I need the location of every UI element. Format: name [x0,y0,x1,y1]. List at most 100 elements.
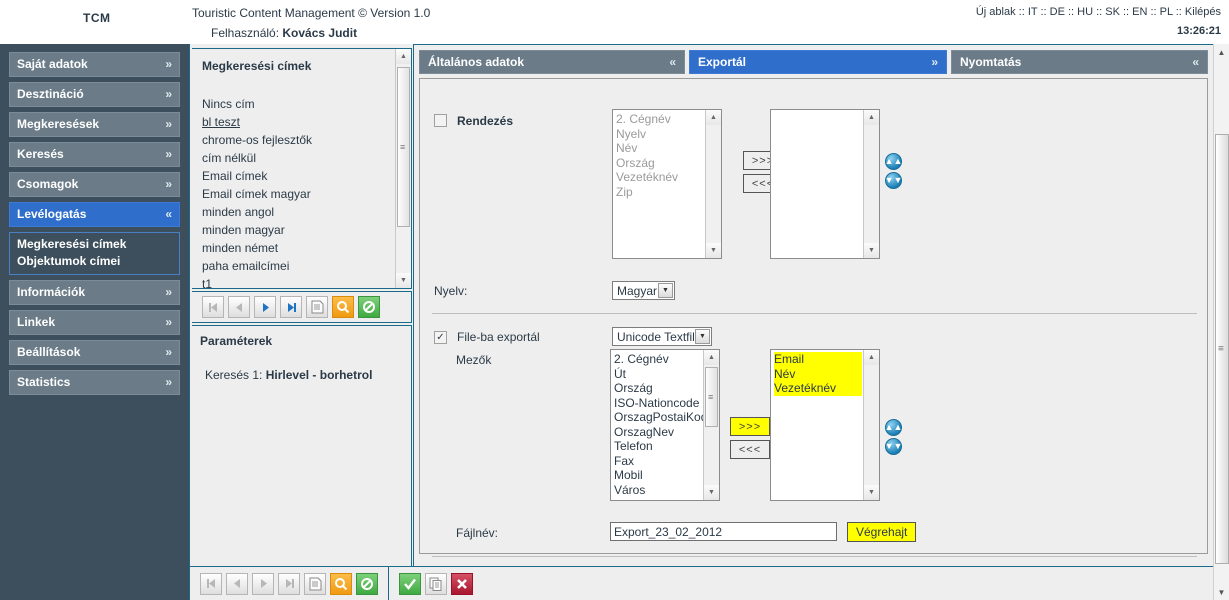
sidebar-item-levalogatas[interactable]: Levélogatás « [9,202,180,227]
language-select[interactable]: Magyar ▼ [612,281,675,300]
fields-available-listbox[interactable]: 2. Cégnév Út Ország ISO-Nationcode Orsza… [610,349,720,501]
sidebar-item-informaciok[interactable]: Információk » [9,280,180,305]
first-page-icon[interactable] [200,572,222,595]
scroll-up-icon[interactable]: ▲ [704,350,719,365]
sidebar-item-beallitasok[interactable]: Beállítások » [9,340,180,365]
tab-altalanos-adatok[interactable]: Általános adatok « [419,50,685,74]
list-item[interactable]: minden német [202,239,387,257]
next-page-icon[interactable] [252,572,274,595]
first-page-icon[interactable] [202,296,224,318]
sidebar-item-csomagok[interactable]: Csomagok » [9,172,180,197]
scroll-up-icon[interactable]: ▲ [396,49,411,64]
list-option[interactable]: Út [614,367,702,382]
refresh-icon[interactable] [358,296,380,318]
list-item[interactable]: minden magyar [202,221,387,239]
sort-available-listbox[interactable]: 2. Cégnév Nyelv Név Ország Vezetéknév Zi… [612,109,722,259]
list-option[interactable]: Ország [616,156,704,171]
previous-page-icon[interactable] [226,572,248,595]
list-item[interactable]: t1 [202,275,387,288]
sidebar-item-megkeresesek[interactable]: Megkeresések » [9,112,180,137]
rendezes-checkbox[interactable] [434,114,447,127]
list-item[interactable]: bl teszt [202,113,387,131]
list-option[interactable]: Város [614,483,702,498]
sidebar-item-linkek[interactable]: Linkek » [9,310,180,335]
sidebar-subitem-megkeresesi-cimek[interactable]: Megkeresési címek [17,236,172,253]
list-item[interactable]: cím nélkül [202,149,387,167]
copy-icon[interactable] [425,572,447,595]
list-option[interactable]: Ország [614,381,702,396]
sidebar-subitem-objektumok-cimei[interactable]: Objektumok címei [17,253,172,270]
scrollbar-thumb[interactable] [397,67,410,227]
fields-selected-scrollbar[interactable]: ▲ ▼ [863,350,879,500]
list-option[interactable]: 2. Cégnév [614,352,702,367]
list-option[interactable]: Fax [614,454,702,469]
list-option[interactable]: OrszagNev [614,425,702,440]
save-check-icon[interactable] [399,572,421,595]
scroll-down-icon[interactable]: ▼ [1214,584,1229,600]
list-option[interactable]: Mobil [614,468,702,483]
addresses-list-scrollbar[interactable]: ▲ ▼ [395,49,411,288]
tab-exportal[interactable]: Exportál » [689,50,947,74]
scroll-up-icon[interactable]: ▲ [864,350,879,365]
scroll-down-icon[interactable]: ▼ [864,243,879,258]
list-option[interactable]: Telefon [614,439,702,454]
list-item[interactable]: minden angol [202,203,387,221]
last-page-icon[interactable] [278,572,300,595]
sidebar-item-sajat-adatok[interactable]: Saját adatok » [9,52,180,77]
list-item[interactable]: chrome-os fejlesztők [202,131,387,149]
sidebar-item-statistics[interactable]: Statistics » [9,370,180,395]
sort-selected-scrollbar[interactable]: ▲ ▼ [863,110,879,258]
search-icon[interactable] [332,296,354,318]
sidebar-item-kereses[interactable]: Keresés » [9,142,180,167]
fields-selected-listbox[interactable]: Email Név Vezetéknév ▲ ▼ [770,349,880,501]
file-export-checkbox[interactable]: ✓ [434,331,447,344]
list-item[interactable]: Email címek [202,167,387,185]
list-option[interactable]: Vezetéknév [616,170,704,185]
chevron-double-up-icon[interactable]: ▲▲ [885,153,902,170]
sidebar-item-desztinacio[interactable]: Desztináció » [9,82,180,107]
scroll-up-icon[interactable]: ▲ [864,110,879,125]
list-option[interactable]: Vezetéknév [774,381,862,396]
list-option[interactable]: OrszagPostaiKod [614,410,707,425]
file-format-select[interactable]: Unicode Textfile ▼ [612,327,712,346]
fields-move-right-button[interactable]: >>> [730,417,770,436]
chevron-double-down-icon[interactable]: ▼▼ [885,438,902,455]
scroll-down-icon[interactable]: ▼ [706,243,721,258]
chevron-down-icon[interactable]: ▼ [658,283,673,298]
scroll-up-icon[interactable]: ▲ [1214,44,1229,60]
page-scrollbar[interactable]: ▲ ▼ [1213,44,1229,600]
fields-move-left-button[interactable]: <<< [730,440,770,459]
chevron-down-icon[interactable]: ▼ [695,329,710,344]
tab-nyomtatas[interactable]: Nyomtatás « [951,50,1208,74]
list-option[interactable]: Név [774,366,862,381]
fields-available-scrollbar[interactable]: ▲ ▼ [703,350,719,500]
list-option[interactable]: Név [616,141,704,156]
list-option[interactable]: Email [774,352,862,367]
sort-selected-listbox[interactable]: ▲ ▼ [770,109,880,259]
last-page-icon[interactable] [280,296,302,318]
scroll-up-icon[interactable]: ▲ [706,110,721,125]
scrollbar-thumb[interactable] [1215,134,1229,564]
execute-button[interactable]: Végrehajt [847,522,917,542]
next-page-icon[interactable] [254,296,276,318]
language-links[interactable]: Új ablak :: IT :: DE :: HU :: SK :: EN :… [976,6,1221,18]
scroll-down-icon[interactable]: ▼ [704,485,719,500]
chevron-double-down-icon[interactable]: ▼▼ [885,172,902,189]
new-document-icon[interactable] [306,296,328,318]
scroll-down-icon[interactable]: ▼ [396,273,411,288]
sort-available-scrollbar[interactable]: ▲ ▼ [705,110,721,258]
list-item[interactable]: paha emailcímei [202,257,387,275]
scrollbar-thumb[interactable] [705,367,718,427]
list-option[interactable]: Nyelv [616,127,704,142]
new-document-icon[interactable] [304,572,326,595]
search-icon[interactable] [330,572,352,595]
refresh-icon[interactable] [356,572,378,595]
previous-page-icon[interactable] [228,296,250,318]
list-item[interactable]: Nincs cím [202,95,387,113]
delete-x-icon[interactable] [451,572,473,595]
scroll-down-icon[interactable]: ▼ [864,485,879,500]
filename-input[interactable]: Export_23_02_2012 [610,522,837,541]
list-option[interactable]: Zip [616,185,704,200]
list-option[interactable]: ISO-Nationcode [614,396,702,411]
chevron-double-up-icon[interactable]: ▲▲ [885,419,902,436]
